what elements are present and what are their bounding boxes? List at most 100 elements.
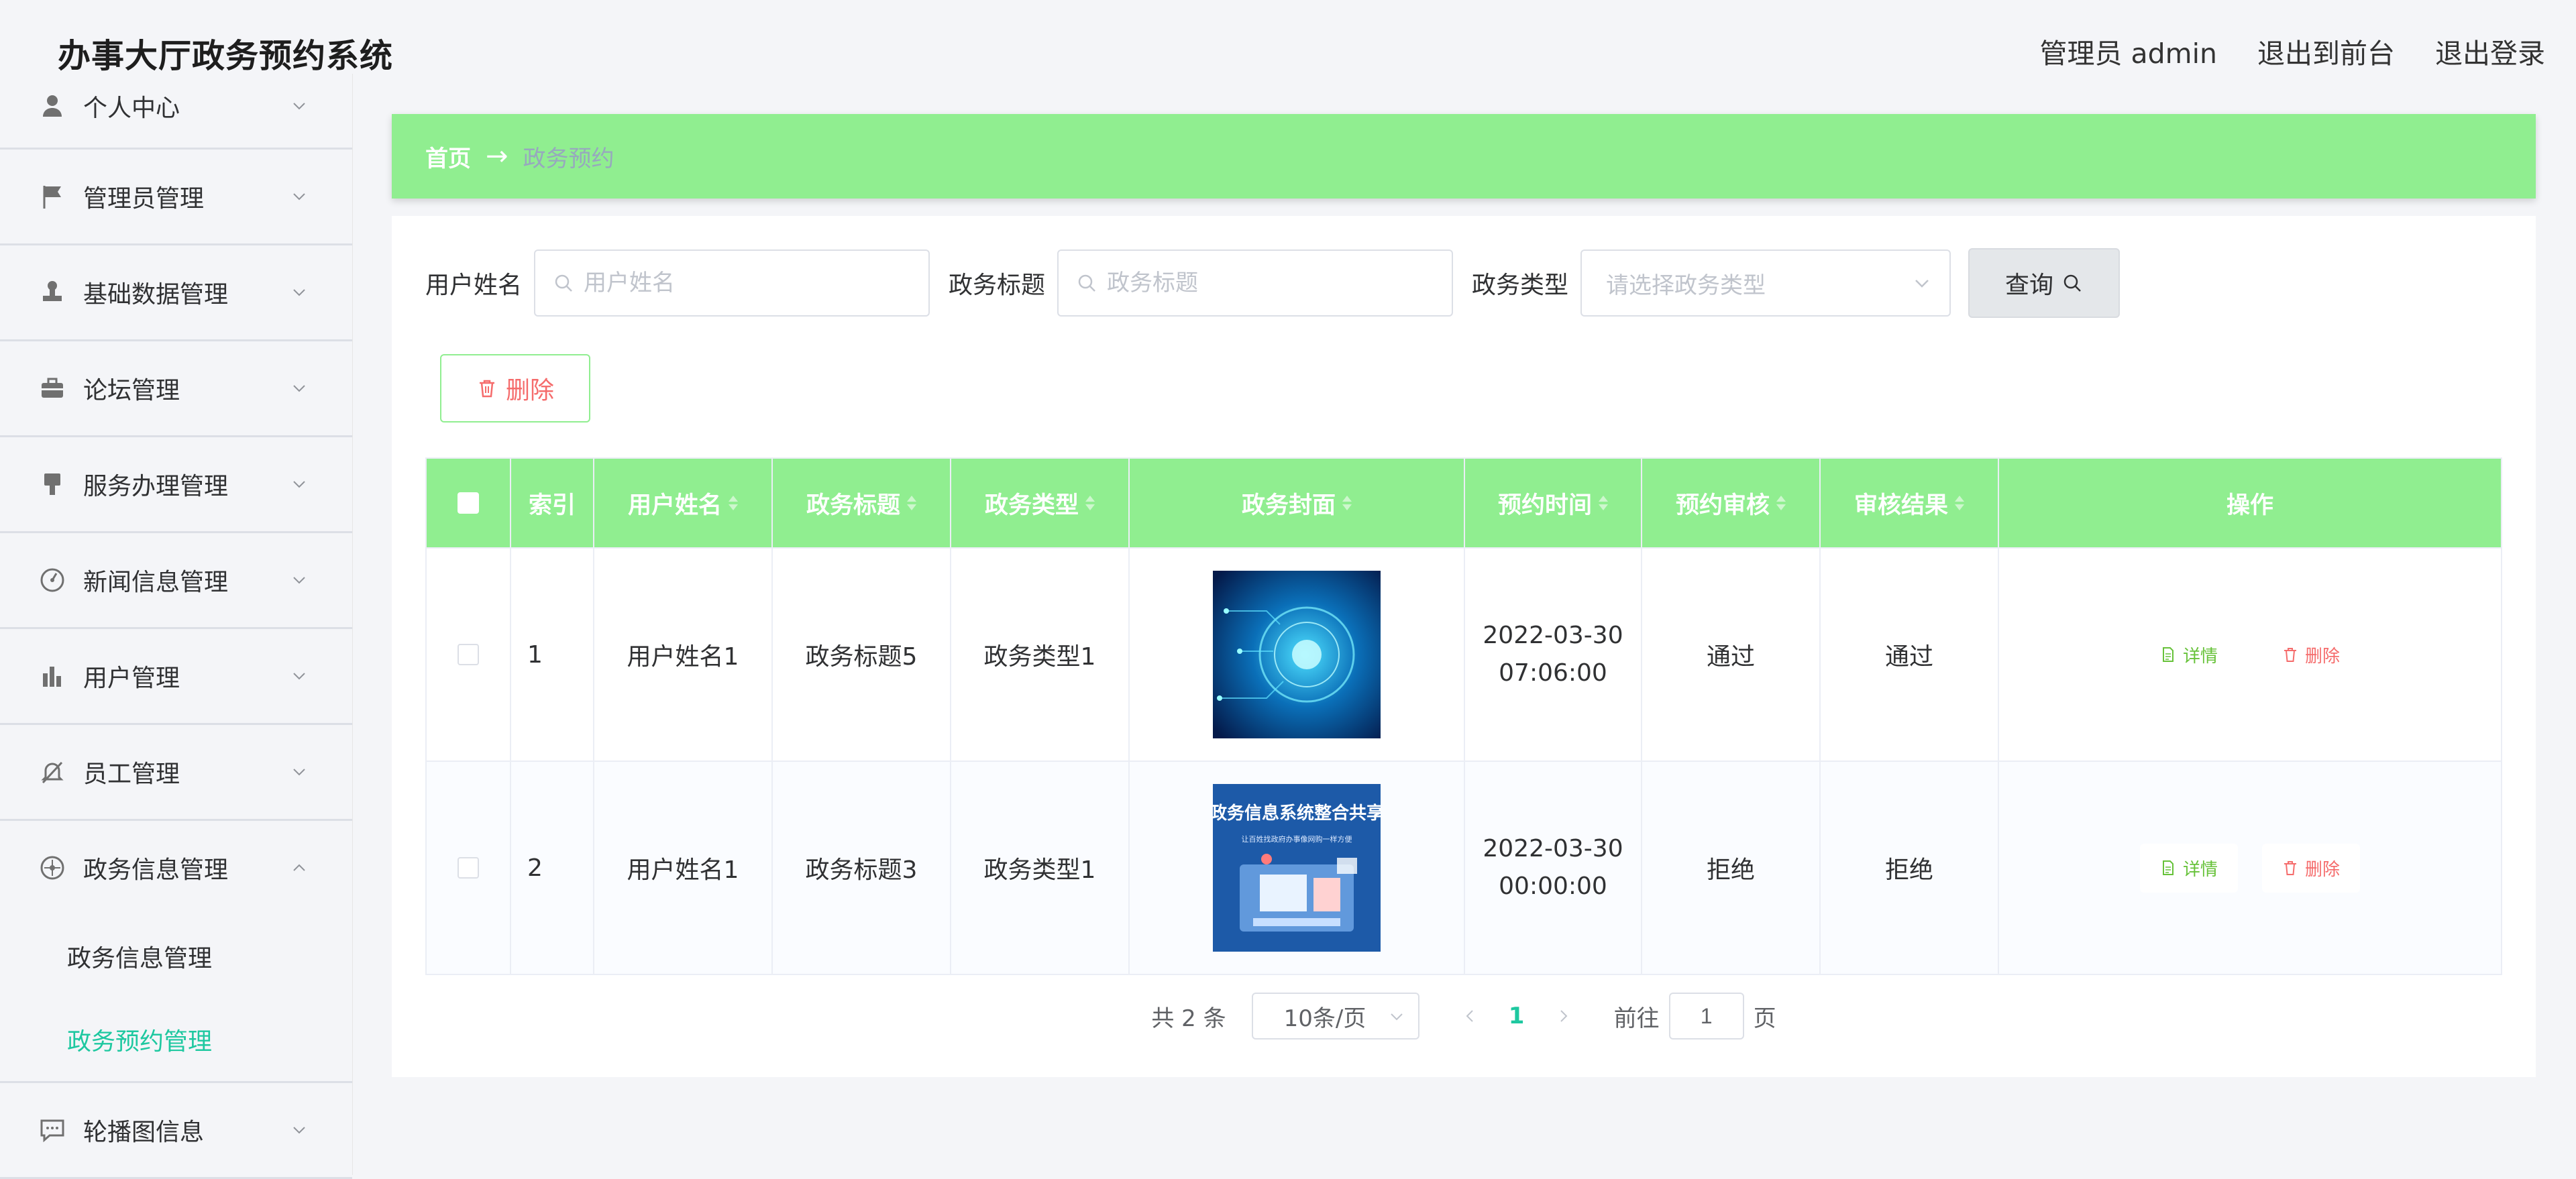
- chevron-down-icon: [1390, 1013, 1403, 1021]
- username-cell: 用户姓名1: [594, 762, 773, 975]
- sidebar-subitem-gov-appointment-management[interactable]: 政务预约管理: [0, 998, 352, 1081]
- result-cell: 拒绝: [1821, 762, 1999, 975]
- date-text: 2022-03-30: [1483, 835, 1623, 862]
- bell-off-icon: [38, 757, 67, 787]
- sidebar-item-service[interactable]: 服务办理管理: [0, 437, 352, 533]
- row-select-cell: [427, 762, 511, 975]
- row-delete-button[interactable]: 删除: [2262, 630, 2360, 679]
- column-header-time[interactable]: 预约时间: [1465, 459, 1642, 549]
- sidebar-item-gov-info[interactable]: 政务信息管理: [0, 821, 352, 915]
- detail-label: 详情: [2182, 646, 2218, 667]
- column-header-title[interactable]: 政务标题: [773, 459, 951, 549]
- sidebar-item-admin-management[interactable]: 管理员管理: [0, 150, 352, 245]
- sidebar-item-users[interactable]: 用户管理: [0, 629, 352, 725]
- chevron-down-icon: [289, 378, 309, 398]
- trash-icon: [2284, 648, 2296, 662]
- sort-caret-icon[interactable]: [1776, 496, 1786, 510]
- username-filter-input[interactable]: [582, 269, 929, 297]
- sidebar-item-label: 用户管理: [83, 665, 180, 692]
- index-cell: 1: [511, 549, 594, 762]
- review-cell: 拒绝: [1642, 762, 1821, 975]
- title-filter-field[interactable]: [1057, 249, 1454, 317]
- column-header-label: 政务类型: [984, 492, 1079, 519]
- table-row: 2 用户姓名1 政务标题3 政务类型1 政务信息系统整合共享 让百姓找政府办事像…: [427, 762, 2502, 975]
- batch-delete-button[interactable]: 删除: [440, 354, 590, 423]
- column-header-label: 操作: [2226, 492, 2273, 519]
- title-cell: 政务标题5: [773, 549, 951, 762]
- brush-icon: [38, 469, 67, 499]
- prev-page-button[interactable]: [1453, 993, 1487, 1040]
- sidebar-item-personal-center[interactable]: 个人中心: [0, 74, 352, 150]
- column-header-username[interactable]: 用户姓名: [594, 459, 773, 549]
- detail-button[interactable]: 详情: [2139, 843, 2238, 893]
- sidebar-item-news[interactable]: 新闻信息管理: [0, 533, 352, 629]
- goto-page-input[interactable]: [1668, 993, 1744, 1040]
- sort-caret-icon[interactable]: [907, 496, 916, 510]
- briefcase-icon: [38, 374, 67, 403]
- logout-link[interactable]: 退出登录: [2435, 31, 2545, 71]
- select-all-checkbox[interactable]: [458, 492, 479, 514]
- column-header-label: 审核结果: [1854, 492, 1948, 519]
- sort-caret-icon[interactable]: [1955, 496, 1964, 510]
- breadcrumb-separator: →: [486, 141, 508, 172]
- page-size-select[interactable]: 10条/页: [1251, 993, 1419, 1040]
- breadcrumb-current: 政务预约: [523, 145, 614, 172]
- sidebar-item-forum[interactable]: 论坛管理: [0, 341, 352, 437]
- row-select-cell: [427, 549, 511, 762]
- sort-caret-icon[interactable]: [1599, 496, 1608, 510]
- dashboard-icon: [38, 565, 67, 595]
- column-header-label: 预约审核: [1675, 492, 1770, 519]
- breadcrumb-home[interactable]: 首页: [425, 140, 471, 173]
- title-cell: 政务标题3: [773, 762, 951, 975]
- compass-icon: [38, 853, 67, 883]
- review-cell: 通过: [1642, 549, 1821, 762]
- detail-button[interactable]: 详情: [2140, 630, 2238, 679]
- username-cell: 用户姓名1: [594, 549, 773, 762]
- row-checkbox[interactable]: [458, 857, 479, 879]
- goto-page: 前往 页: [1614, 993, 1776, 1040]
- header-select-all-cell: [427, 459, 511, 549]
- sidebar-item-basic-data[interactable]: 基础数据管理: [0, 245, 352, 341]
- type-filter-label: 政务类型: [1472, 272, 1569, 299]
- page-size-value: 10条/页: [1283, 1005, 1366, 1032]
- sort-caret-icon[interactable]: [1342, 496, 1352, 510]
- user-icon: [38, 91, 67, 121]
- sidebar-item-label: 政务信息管理: [83, 856, 229, 884]
- cover-image-gov-info[interactable]: 政务信息系统整合共享 让百姓找政府办事像网购一样方便: [1213, 784, 1381, 952]
- pagination-total: 共 2 条: [1151, 1005, 1226, 1032]
- column-header-review[interactable]: 预约审核: [1642, 459, 1821, 549]
- sidebar-item-carousel[interactable]: 轮播图信息: [0, 1083, 352, 1179]
- sort-caret-icon[interactable]: [729, 496, 738, 510]
- next-page-button[interactable]: [1547, 993, 1580, 1040]
- cover-image-tech[interactable]: [1213, 571, 1381, 738]
- time-cell: 2022-03-30 07:06:00: [1465, 549, 1642, 762]
- document-icon: [2162, 860, 2174, 875]
- chevron-up-icon: [289, 858, 309, 878]
- exit-to-front-link[interactable]: 退出到前台: [2257, 31, 2395, 71]
- goto-unit: 页: [1753, 1005, 1776, 1032]
- row-delete-button[interactable]: 删除: [2262, 843, 2361, 893]
- type-filter-select[interactable]: 请选择政务类型: [1580, 249, 1951, 317]
- sidebar-subitem-gov-info-management[interactable]: 政务信息管理: [0, 915, 352, 998]
- chevron-down-icon: [289, 1120, 309, 1140]
- column-header-type[interactable]: 政务类型: [951, 459, 1130, 549]
- page-number-current[interactable]: 1: [1487, 1003, 1547, 1029]
- type-cell: 政务类型1: [951, 549, 1130, 762]
- row-delete-label: 删除: [2305, 859, 2341, 880]
- sort-caret-icon[interactable]: [1085, 496, 1095, 510]
- column-header-result[interactable]: 审核结果: [1821, 459, 1999, 549]
- column-header-cover[interactable]: 政务封面: [1130, 459, 1465, 549]
- query-button[interactable]: 查询: [1968, 248, 2121, 318]
- pagination: 共 2 条 10条/页 1 前往 页: [392, 993, 2536, 1040]
- bar-chart-icon: [38, 661, 67, 691]
- search-icon: [555, 274, 572, 292]
- appointments-table: 索引 用户姓名 政务标题 政务类型 政务封面 预约时间 预约审核 审核结果 操作…: [425, 457, 2502, 975]
- actions-cell: 详情 删除: [1999, 549, 2502, 762]
- current-user-label: 管理员 admin: [2039, 38, 2218, 70]
- title-filter-input[interactable]: [1106, 269, 1452, 297]
- username-filter-field[interactable]: [534, 249, 930, 317]
- chevron-down-icon: [289, 474, 309, 494]
- sidebar-item-staff[interactable]: 员工管理: [0, 725, 352, 821]
- top-bar: 办事大厅政务预约系统 管理员 admin 退出到前台 退出登录: [0, 0, 2576, 101]
- row-checkbox[interactable]: [458, 644, 479, 665]
